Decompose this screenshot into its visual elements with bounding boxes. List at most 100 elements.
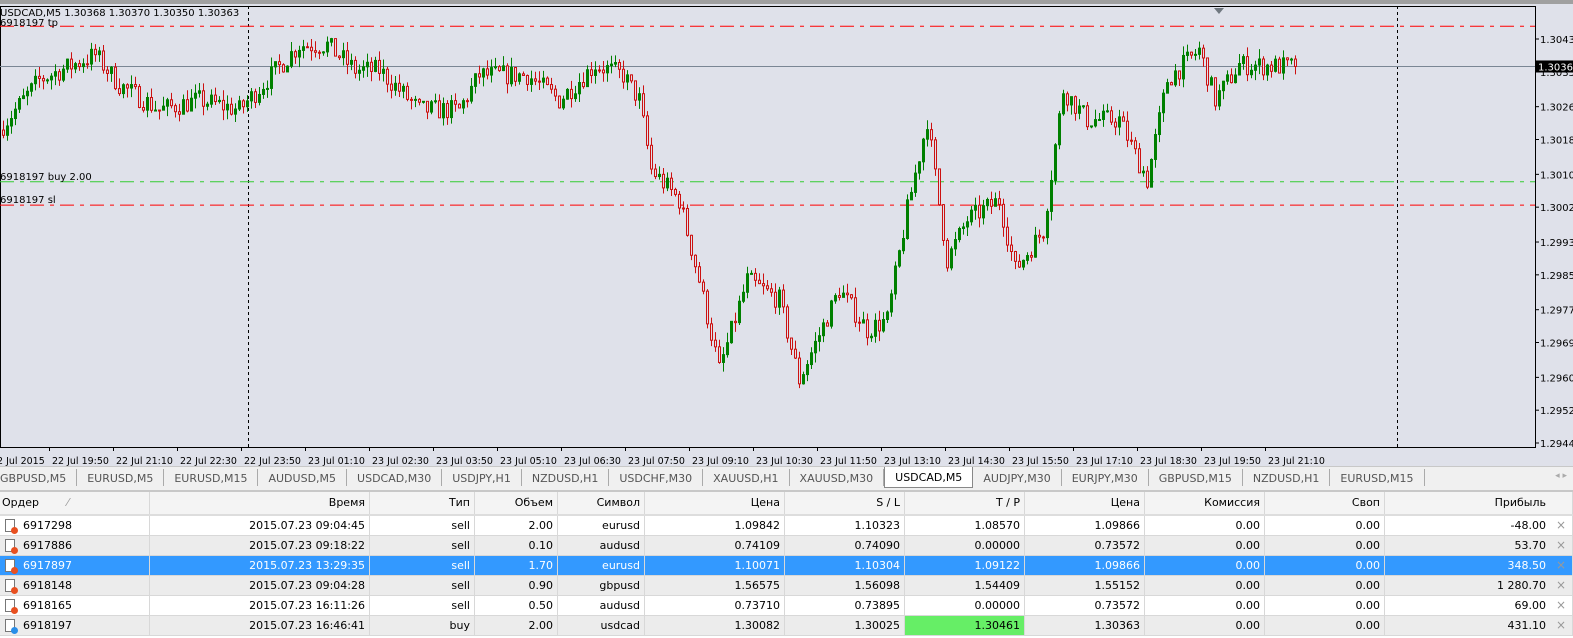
bull-candle [1162, 92, 1165, 114]
column-header[interactable]: Время [150, 492, 370, 514]
chart-tab[interactable]: NZDUSD,H1 [1243, 469, 1331, 486]
chart-tab[interactable]: AUDJPY,M30 [973, 469, 1062, 486]
bear-candle [766, 285, 769, 290]
column-header[interactable]: Объем [475, 492, 558, 514]
cell-commission: 0.00 [1145, 616, 1265, 635]
cell-volume: 1.70 [475, 556, 558, 575]
bull-candle [1062, 93, 1065, 115]
cell-value: 69.00 [1514, 599, 1547, 612]
bull-candle [238, 100, 241, 110]
cell-value: 1.09866 [1094, 559, 1141, 572]
bear-candle [590, 69, 593, 76]
tab-scroll-arrows-icon[interactable]: ◂ ▸ [1555, 471, 1567, 481]
cell-current-price: 1.55152 [1025, 576, 1145, 595]
price-chart[interactable]: 1.304301.303501.302651.301851.301001.300… [0, 0, 1573, 466]
bear-candle [214, 94, 217, 103]
bull-candle [198, 90, 201, 94]
time-tick-label: 23 Jul 18:30 [1140, 456, 1197, 466]
chart-tab[interactable]: USDJPY,H1 [442, 469, 522, 486]
column-header-label: Тип [448, 496, 470, 509]
cell-stop-loss: 1.10323 [785, 516, 905, 535]
cell-stop-loss: 0.73895 [785, 596, 905, 615]
cell-value: 6918165 [23, 599, 72, 612]
cell-symbol: usdcad [558, 616, 645, 635]
cell-value: 2015.07.23 16:11:26 [249, 599, 365, 612]
cell-swap: 0.00 [1265, 596, 1385, 615]
chart-tab[interactable]: EURUSD,M5 [77, 469, 165, 486]
column-header[interactable]: T / P [905, 492, 1025, 514]
chart-tab[interactable]: USDCAD,M5 [884, 467, 974, 488]
close-order-icon[interactable]: × [1550, 596, 1573, 615]
table-row[interactable]: 6918197 2015.07.23 16:46:41 buy 2.00 usdcad 1… [0, 616, 1573, 636]
close-order-icon[interactable]: × [1550, 616, 1573, 635]
bear-candle [1126, 120, 1129, 141]
column-header[interactable]: Ордер ⁄ [0, 492, 150, 514]
table-row[interactable]: 6917886 2015.07.23 09:18:22 sell 0.10 audusd… [0, 536, 1573, 556]
column-header[interactable]: Символ [558, 492, 645, 514]
close-order-icon[interactable]: × [1550, 576, 1573, 595]
chart-tab[interactable]: USDCAD,M30 [347, 469, 443, 486]
table-row[interactable]: 6918165 2015.07.23 16:11:26 sell 0.50 audusd… [0, 596, 1573, 616]
bull-candle [746, 273, 749, 293]
table-row[interactable]: 6917897 2015.07.23 13:29:35 sell 1.70 eurusd… [0, 556, 1573, 576]
table-row[interactable]: 6918148 2015.07.23 09:04:28 sell 0.90 gbpusd… [0, 576, 1573, 596]
bull-candle [130, 84, 133, 89]
chart-tab[interactable]: EURJPY,M30 [1062, 469, 1149, 486]
chart-shift-marker-icon[interactable] [1214, 8, 1224, 14]
column-header[interactable]: Тип [370, 492, 475, 514]
bull-candle [30, 83, 33, 92]
column-header[interactable]: Прибыль [1385, 492, 1550, 514]
bear-candle [418, 98, 421, 103]
chart-tab[interactable]: XAUUSD,H1 [703, 469, 790, 486]
time-tick-label: 23 Jul 13:10 [884, 456, 941, 466]
bear-candle [710, 323, 713, 341]
bull-candle [322, 51, 325, 54]
candlestick-chart[interactable]: 1.304301.303501.302651.301851.301001.300… [0, 4, 1573, 466]
bull-candle [1290, 58, 1293, 61]
bull-candle [262, 88, 265, 95]
close-order-icon[interactable]: × [1550, 536, 1573, 555]
close-order-icon[interactable]: × [1550, 556, 1573, 575]
chart-tab[interactable]: XAUUSD,M30 [790, 469, 885, 486]
bull-candle [302, 46, 305, 51]
chart-tab[interactable]: EURUSD,M15 [164, 469, 259, 486]
cell-value: 1.30461 [974, 619, 1021, 632]
bull-candle [1106, 110, 1109, 113]
chart-tab[interactable]: GBPUSD,M15 [1149, 469, 1243, 486]
bull-candle [82, 63, 85, 68]
column-header[interactable]: Комиссия [1145, 492, 1265, 514]
cell-open-price: 1.09842 [645, 516, 785, 535]
chart-tab[interactable]: AUDUSD,M5 [258, 469, 348, 486]
column-header[interactable]: Своп [1265, 492, 1385, 514]
bear-candle [158, 109, 161, 112]
bear-candle [142, 106, 145, 111]
bear-candle [686, 208, 689, 236]
chart-tab[interactable]: NZDUSD,H1 [522, 469, 610, 486]
cell-value: 2015.07.23 13:29:35 [249, 559, 365, 572]
chart-tab[interactable]: GBPUSD,M5 [0, 469, 78, 486]
bull-candle [194, 92, 197, 99]
chart-tab[interactable]: EURUSD,M15 [1330, 469, 1425, 486]
bear-candle [118, 88, 121, 95]
cell-type: sell [370, 576, 475, 595]
cell-type: buy [370, 616, 475, 635]
column-header[interactable]: S / L [785, 492, 905, 514]
bear-candle [1110, 110, 1113, 123]
cell-value: 1.70 [528, 559, 554, 572]
cell-order: 6917298 [0, 516, 150, 535]
column-header[interactable]: Цена [1025, 492, 1145, 514]
table-row[interactable]: 6917298 2015.07.23 09:04:45 sell 2.00 eurusd… [0, 516, 1573, 536]
time-tick-label: 23 Jul 01:10 [308, 456, 365, 466]
bear-candle [1006, 226, 1009, 246]
bear-candle [570, 88, 573, 100]
time-tick-label: 22 Jul 19:50 [52, 456, 109, 466]
chart-tab[interactable]: USDCHF,M30 [609, 469, 704, 486]
close-order-icon[interactable]: × [1550, 516, 1573, 535]
bull-candle [110, 66, 113, 74]
cell-value: eurusd [602, 559, 640, 572]
cell-value: 0.00 [1235, 599, 1261, 612]
cell-value: 0.73572 [1094, 539, 1141, 552]
bear-candle [554, 88, 557, 97]
bull-candle [518, 73, 521, 82]
column-header[interactable]: Цена [645, 492, 785, 514]
